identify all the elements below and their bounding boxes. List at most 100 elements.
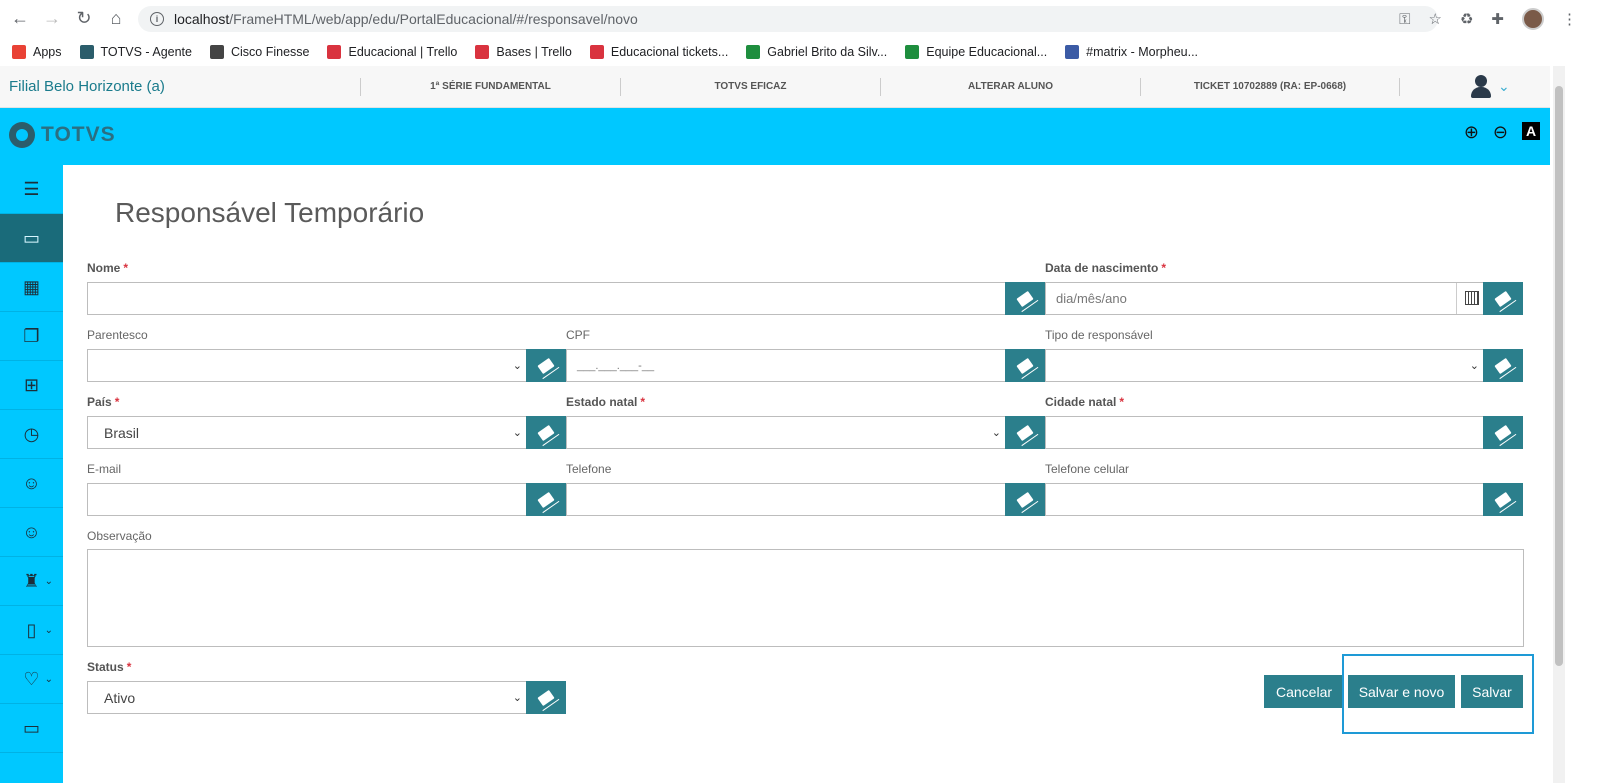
back-icon[interactable]: ← <box>4 3 36 35</box>
cidade-natal-input[interactable] <box>1045 416 1484 449</box>
bookmark-item[interactable]: #matrix - Morpheu... <box>1065 44 1199 59</box>
bookmark-item[interactable]: Apps <box>12 44 62 59</box>
url-path: /FrameHTML/web/app/edu/PortalEducacional… <box>229 11 638 27</box>
clear-estado-natal-button[interactable] <box>1005 416 1045 449</box>
menu-icon[interactable]: ⋮ <box>1562 10 1577 28</box>
sidebar-item-lightbulb[interactable]: ♡ ⌄ <box>0 655 63 704</box>
zoom-out-icon[interactable]: ⊖ <box>1493 122 1508 143</box>
estado-natal-label: Estado natal * <box>566 395 646 409</box>
accessibility-icon[interactable]: A <box>1522 122 1540 140</box>
sidebar-item-calendar[interactable]: ▦ <box>0 263 63 312</box>
data-nascimento-placeholder: dia/mês/ano <box>1056 291 1127 306</box>
chevron-down-icon: ⌄ <box>44 673 53 685</box>
eraser-icon <box>1016 357 1034 374</box>
sidebar-item-graduation[interactable]: ♜ ⌄ <box>0 557 63 606</box>
estado-natal-select[interactable]: ⌄ <box>566 416 1006 449</box>
url-host: localhost <box>174 11 230 27</box>
user-menu[interactable]: ⌄ <box>1468 73 1510 99</box>
sidebar-item-monitor[interactable]: ▭ <box>0 214 63 263</box>
clear-cpf-button[interactable] <box>1005 349 1045 382</box>
bookmark-favicon-icon <box>79 44 94 59</box>
status-select[interactable]: Ativo ⌄ <box>87 681 527 714</box>
context-item-school[interactable]: TOTVS EFICAZ <box>620 77 880 96</box>
key-icon[interactable]: ⚿ <box>1399 11 1410 28</box>
reload-icon[interactable]: ↻ <box>68 3 100 35</box>
bookmark-favicon-icon <box>589 44 604 59</box>
sidebar-item-clock[interactable]: ◷ <box>0 410 63 459</box>
forward-icon[interactable]: → <box>36 3 68 35</box>
pais-select[interactable]: Brasil ⌄ <box>87 416 527 449</box>
eraser-icon <box>537 357 555 374</box>
site-info-icon[interactable]: i <box>150 12 164 26</box>
data-nascimento-input[interactable]: dia/mês/ano <box>1045 282 1484 315</box>
clear-cidade-natal-button[interactable] <box>1483 416 1523 449</box>
scrollbar-thumb[interactable] <box>1555 86 1563 666</box>
hamburger-menu-icon[interactable]: ☰ <box>0 165 63 214</box>
tipo-responsavel-select[interactable]: ⌄ <box>1045 349 1484 382</box>
profile-avatar[interactable] <box>1522 8 1544 30</box>
telefone-celular-input[interactable] <box>1045 483 1484 516</box>
star-icon[interactable]: ☆ <box>1429 10 1442 28</box>
clear-tipo-responsavel-button[interactable] <box>1483 349 1523 382</box>
eraser-icon <box>537 424 555 441</box>
bookmark-item[interactable]: Gabriel Brito da Silv... <box>746 44 887 59</box>
branch-name[interactable]: Filial Belo Horizonte (a) <box>0 78 360 95</box>
eraser-icon <box>537 689 555 706</box>
sidebar-item-documents[interactable]: ❐ <box>0 312 63 361</box>
page-scrollbar[interactable] <box>1553 66 1565 783</box>
bookmark-favicon-icon <box>327 44 342 59</box>
telefone-label: Telefone <box>566 462 612 476</box>
calendar-icon[interactable] <box>1465 291 1479 305</box>
address-bar[interactable]: i localhost/FrameHTML/web/app/edu/Portal… <box>138 6 1438 32</box>
home-icon[interactable]: ⌂ <box>100 3 132 35</box>
clear-data-nascimento-button[interactable] <box>1483 282 1523 315</box>
bookmark-label: Equipe Educacional... <box>926 44 1048 59</box>
sidebar-item-inbox[interactable]: ▭ <box>0 704 63 753</box>
sidebar-item-grid[interactable]: ⊞ <box>0 361 63 410</box>
data-nascimento-label: Data de nascimento * <box>1045 261 1167 275</box>
chevron-down-icon: ⌄ <box>512 360 522 372</box>
bookmark-item[interactable]: TOTVS - Agente <box>79 44 192 59</box>
context-item-grade[interactable]: 1ª SÉRIE FUNDAMENTAL <box>360 77 620 96</box>
sidebar-item-clipboard[interactable]: ▯ ⌄ <box>0 606 63 655</box>
bookmark-favicon-icon <box>1065 44 1080 59</box>
parentesco-select[interactable]: ⌄ <box>87 349 527 382</box>
totvs-logo: TOTVS <box>9 122 116 148</box>
bookmark-label: #matrix - Morpheu... <box>1086 44 1199 59</box>
zoom-in-icon[interactable]: ⊕ <box>1464 122 1479 143</box>
puzzle-icon[interactable]: ✚ <box>1491 10 1504 28</box>
sidebar-item-user-add[interactable]: ☺ <box>0 508 63 557</box>
telefone-input[interactable] <box>566 483 1006 516</box>
cidade-natal-label: Cidade natal * <box>1045 395 1125 409</box>
bookmark-label: TOTVS - Agente <box>100 44 192 59</box>
cancel-button[interactable]: Cancelar <box>1264 675 1344 708</box>
bookmark-favicon-icon <box>12 44 26 59</box>
cpf-input[interactable]: ___.___.___-__ <box>566 349 1006 382</box>
email-input[interactable] <box>87 483 527 516</box>
extension-icon[interactable]: ♻ <box>1460 10 1473 28</box>
page-title: Responsável Temporário <box>115 197 425 228</box>
bookmark-item[interactable]: Bases | Trello <box>475 44 572 59</box>
bookmark-item[interactable]: Educacional | Trello <box>327 44 457 59</box>
sidebar-item-user-check[interactable]: ☺ <box>0 459 63 508</box>
bookmark-item[interactable]: Educacional tickets... <box>589 44 728 59</box>
clear-pais-button[interactable] <box>526 416 566 449</box>
clear-email-button[interactable] <box>526 483 566 516</box>
bookmark-item[interactable]: Equipe Educacional... <box>905 44 1048 59</box>
context-item-change-student[interactable]: ALTERAR ALUNO <box>880 77 1140 96</box>
browser-toolbar: ← → ↻ ⌂ i localhost/FrameHTML/web/app/ed… <box>0 0 1597 37</box>
status-value: Ativo <box>104 689 136 706</box>
context-item-ticket[interactable]: TICKET 10702889 (RA: EP-0668) <box>1140 77 1400 96</box>
clear-telefone-celular-button[interactable] <box>1483 483 1523 516</box>
eraser-icon <box>1494 290 1512 307</box>
clear-status-button[interactable] <box>526 681 566 714</box>
bookmark-label: Cisco Finesse <box>230 44 310 59</box>
clear-telefone-button[interactable] <box>1005 483 1045 516</box>
nome-input[interactable] <box>87 282 1006 315</box>
clear-parentesco-button[interactable] <box>526 349 566 382</box>
eraser-icon <box>1016 424 1034 441</box>
bookmark-item[interactable]: Cisco Finesse <box>209 44 310 59</box>
nome-label: Nome * <box>87 261 129 275</box>
observacao-textarea[interactable] <box>87 549 1524 647</box>
clear-nome-button[interactable] <box>1005 282 1045 315</box>
